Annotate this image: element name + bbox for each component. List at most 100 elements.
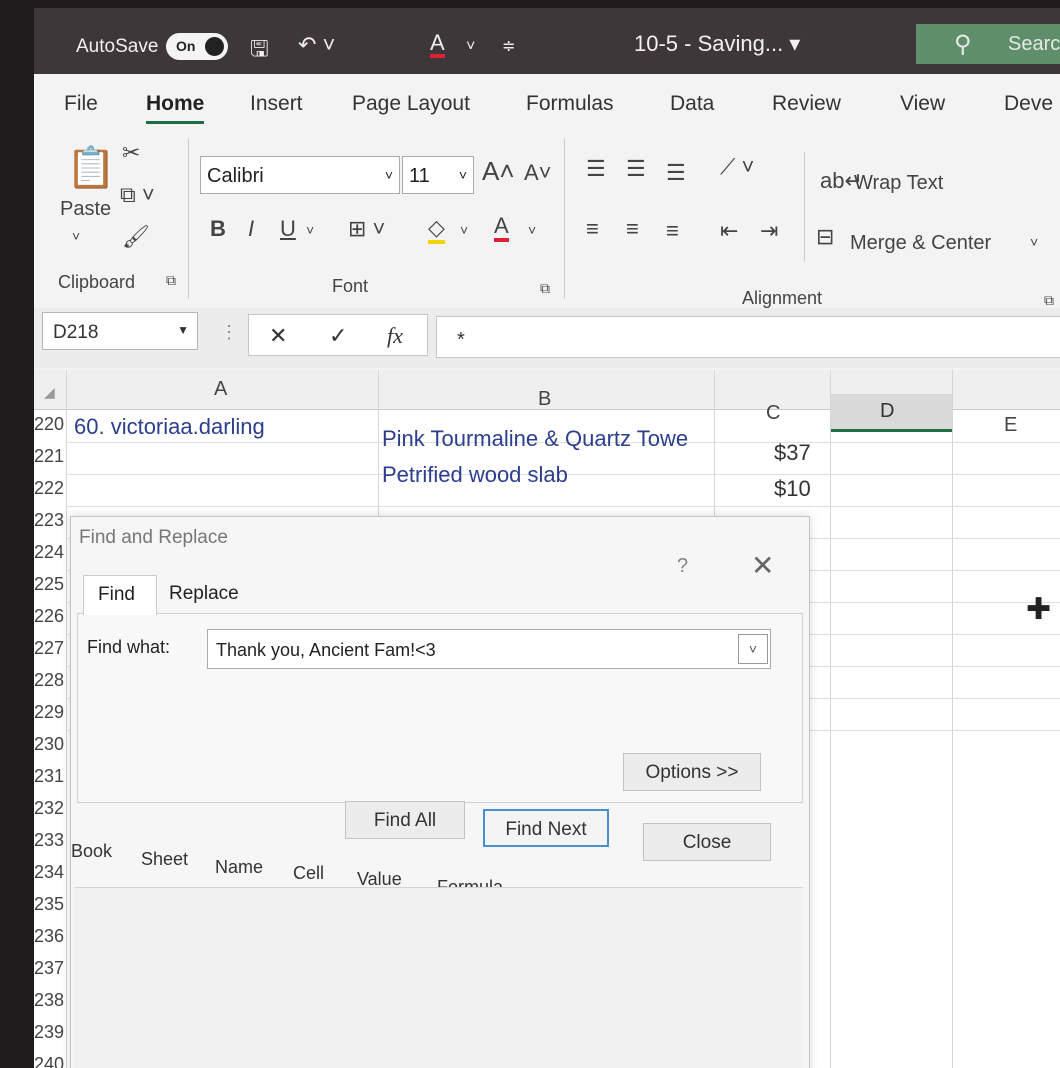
customize-toolbar-icon[interactable]: ≑ [502,36,515,56]
undo-icon[interactable]: ↶ ˅ [298,32,335,58]
row-header[interactable]: 234 [34,862,66,883]
row-header[interactable]: 230 [34,734,66,755]
row-header[interactable]: 224 [34,542,66,563]
font-color-icon[interactable]: A [430,32,445,58]
cell-c221[interactable]: $10 [774,476,811,502]
autosave-toggle[interactable]: On [166,33,228,60]
chevron-down-icon[interactable]: ˅ [738,634,768,664]
row-header[interactable]: 225 [34,574,66,595]
tab-find[interactable]: Find [83,575,157,615]
align-center-icon[interactable]: ≡ [626,216,639,242]
search-box[interactable]: ⚲ Searc [916,24,1060,64]
formula-input[interactable]: * [436,316,1060,358]
tab-file[interactable]: File [64,92,98,116]
row-header[interactable]: 227 [34,638,66,659]
row-header[interactable]: 231 [34,766,66,787]
chevron-down-icon[interactable]: ˅ [528,222,536,238]
chevron-down-icon[interactable]: ˅ [466,38,475,56]
row-header[interactable]: 226 [34,606,66,627]
row-header[interactable]: 229 [34,702,66,723]
paste-label[interactable]: Paste [60,198,111,221]
results-column-sheet[interactable]: Sheet [141,849,188,870]
merge-center-label[interactable]: Merge & Center [850,232,991,255]
orientation-icon[interactable]: ⟋ ˅ [720,154,754,180]
align-bottom-icon[interactable]: ☰ [666,160,686,186]
align-right-icon[interactable]: ≡ [666,218,679,244]
row-header[interactable]: 232 [34,798,66,819]
row-header[interactable]: 223 [34,510,66,531]
row-header[interactable]: 221 [34,446,66,467]
column-header-b[interactable]: B [538,388,551,411]
row-header[interactable]: 240 [34,1054,66,1068]
font-name-select[interactable]: Calibri ˅ [200,156,400,194]
copy-icon[interactable]: ⧉ ˅ [120,182,155,208]
dialog-launcher-icon[interactable]: ⧉ [540,280,550,297]
insert-function-icon[interactable]: fx [387,323,403,349]
results-column-name[interactable]: Name [215,857,263,878]
paste-icon[interactable]: 📋 [66,144,116,191]
cell-b220[interactable]: Pink Tourmaline & Quartz Towe [382,426,712,452]
results-list[interactable] [75,887,803,1068]
chevron-down-icon[interactable]: ˅ [72,228,80,244]
align-middle-icon[interactable]: ☰ [626,156,646,182]
dialog-launcher-icon[interactable]: ⧉ [1044,292,1054,309]
tab-review[interactable]: Review [772,92,841,116]
chevron-down-icon[interactable]: ˅ [1030,234,1038,250]
bold-button[interactable]: B [210,216,226,242]
column-header-e[interactable]: E [1004,414,1017,437]
results-column-cell[interactable]: Cell [293,863,324,884]
options-button[interactable]: Options >> [623,753,761,791]
name-box[interactable]: D218 ▼ [42,312,198,350]
tab-developer[interactable]: Deve [1004,92,1053,116]
decrease-indent-icon[interactable]: ⇤ [720,218,738,244]
select-all-icon[interactable]: ◢ [44,384,55,401]
cut-icon[interactable]: ✂ [122,140,140,166]
font-size-select[interactable]: 11 ˅ [402,156,474,194]
cell-a220[interactable]: 60. victoriaa.darling [74,414,265,440]
row-header[interactable]: 235 [34,894,66,915]
align-top-icon[interactable]: ☰ [586,156,606,182]
document-title[interactable]: 10-5 - Saving... ▾ [634,31,800,57]
underline-button[interactable]: U [280,216,296,242]
enter-icon[interactable]: ✓ [329,323,347,349]
help-icon[interactable]: ? [677,555,688,578]
increase-indent-icon[interactable]: ⇥ [760,218,778,244]
close-icon[interactable]: ✕ [751,549,774,582]
row-header[interactable]: 236 [34,926,66,947]
italic-button[interactable]: I [248,216,254,242]
column-header-a[interactable]: A [214,378,227,401]
chevron-down-icon[interactable]: ˅ [460,222,468,238]
font-color-icon[interactable]: A [494,214,509,242]
save-icon[interactable]: 🖫 [250,32,269,70]
find-what-input[interactable]: Thank you, Ancient Fam!<3 ˅ [207,629,771,669]
row-header[interactable]: 238 [34,990,66,1011]
borders-icon[interactable]: ⊞ ˅ [348,216,385,242]
row-header[interactable]: 220 [34,414,66,435]
wrap-text-label[interactable]: Wrap Text [854,172,943,195]
tab-insert[interactable]: Insert [250,92,303,116]
row-header[interactable]: 233 [34,830,66,851]
column-header-c[interactable]: C [766,402,780,425]
row-header[interactable]: 222 [34,478,66,499]
increase-font-icon[interactable]: A˄ [482,156,515,187]
results-column-book[interactable]: Book [71,841,112,862]
merge-center-icon[interactable]: ⊟ [816,224,834,250]
cell-c220[interactable]: $37 [774,440,811,466]
fill-color-icon[interactable]: ◇ [428,216,445,244]
row-header[interactable]: 239 [34,1022,66,1043]
cell-b221[interactable]: Petrified wood slab [382,462,568,488]
tab-replace[interactable]: Replace [169,583,239,605]
decrease-font-icon[interactable]: A˅ [524,160,552,186]
row-header[interactable]: 228 [34,670,66,691]
tab-data[interactable]: Data [670,92,714,116]
tab-formulas[interactable]: Formulas [526,92,614,116]
cancel-icon[interactable]: ✕ [269,323,287,349]
align-left-icon[interactable]: ≡ [586,216,599,242]
row-header[interactable]: 237 [34,958,66,979]
dialog-launcher-icon[interactable]: ⧉ [166,272,176,289]
tab-home[interactable]: Home [146,92,205,124]
column-header-d-selected[interactable]: D [830,394,952,432]
format-painter-icon[interactable]: 🖌 [122,224,150,250]
tab-view[interactable]: View [900,92,945,116]
tab-page-layout[interactable]: Page Layout [352,92,470,116]
